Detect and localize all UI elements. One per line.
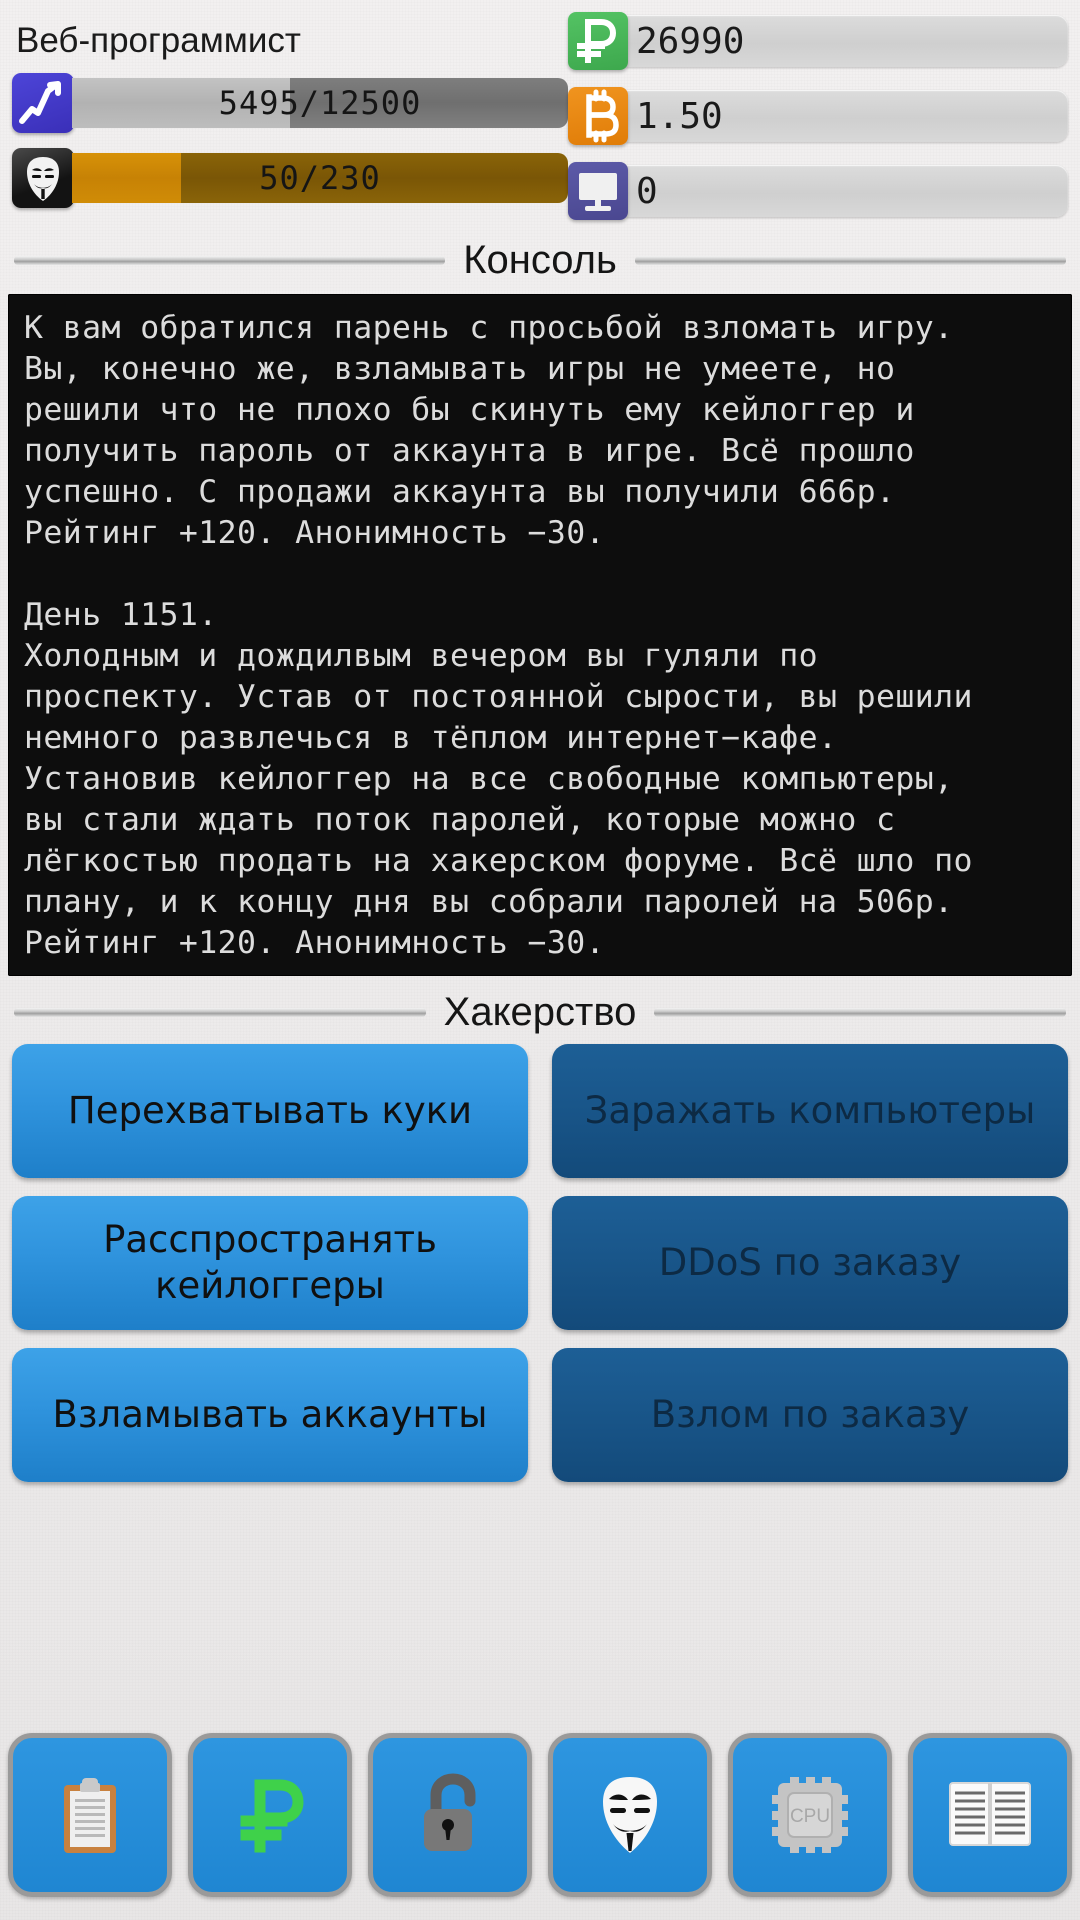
nav-finance-button[interactable] bbox=[188, 1733, 352, 1897]
rating-value: 5495/12500 bbox=[218, 84, 422, 122]
rubles-value: 26990 bbox=[626, 15, 1068, 67]
cpu-label: CPU bbox=[790, 1806, 830, 1827]
bitcoin-icon bbox=[568, 87, 628, 145]
nav-tasks-button[interactable] bbox=[8, 1733, 172, 1897]
bitcoin-row: 1.50 bbox=[568, 85, 1068, 147]
monitor-icon bbox=[568, 162, 628, 220]
rating-bar-row: 5495/12500 bbox=[12, 72, 568, 134]
rating-progress-track: 5495/12500 bbox=[72, 78, 568, 128]
divider-right bbox=[634, 255, 1067, 265]
cpu-icon: CPU bbox=[762, 1767, 858, 1863]
ruble-icon bbox=[568, 12, 628, 70]
computers-row: 0 bbox=[568, 160, 1068, 222]
computers-value: 0 bbox=[626, 165, 1068, 217]
game-screen: Веб-программист 5495/12500 50/230 26990 … bbox=[0, 0, 1080, 1920]
action-hack-on-order[interactable]: Взлом по заказу bbox=[552, 1348, 1068, 1482]
book-icon bbox=[942, 1767, 1038, 1863]
action-ddos-on-order[interactable]: DDoS по заказу bbox=[552, 1196, 1068, 1330]
trend-chart-icon bbox=[12, 73, 74, 133]
bitcoin-value: 1.50 bbox=[626, 90, 1068, 142]
anonymous-mask-icon bbox=[582, 1767, 678, 1863]
nav-hacking-button[interactable] bbox=[548, 1733, 712, 1897]
action-intercept-cookies[interactable]: Перехватывать куки bbox=[12, 1044, 528, 1178]
status-header: Веб-программист 5495/12500 50/230 26990 … bbox=[0, 0, 1080, 228]
resources-column: 26990 1.50 0 bbox=[568, 10, 1068, 235]
page-title: Веб-программист bbox=[16, 21, 301, 60]
action-infect-computers[interactable]: Заражать компьютеры bbox=[552, 1044, 1068, 1178]
anonymity-value: 50/230 bbox=[259, 159, 381, 197]
player-stats-column: Веб-программист 5495/12500 50/230 bbox=[12, 10, 568, 235]
nav-skills-button[interactable] bbox=[908, 1733, 1072, 1897]
unlock-icon bbox=[402, 1767, 498, 1863]
rubles-row: 26990 bbox=[568, 10, 1068, 72]
nav-security-button[interactable] bbox=[368, 1733, 532, 1897]
hacking-section-header: Хакерство bbox=[0, 986, 1080, 1038]
anonymity-bar-row: 50/230 bbox=[12, 147, 568, 209]
clipboard-icon bbox=[42, 1767, 138, 1863]
console-panel[interactable]: К вам обратился парень с просьбой взлома… bbox=[8, 294, 1072, 976]
bottom-navigation: CPU bbox=[0, 1720, 1080, 1910]
ruble-icon bbox=[222, 1767, 318, 1863]
anonymity-progress-track: 50/230 bbox=[72, 153, 568, 203]
divider-right bbox=[654, 1007, 1067, 1017]
divider-left bbox=[14, 255, 446, 265]
action-spread-keyloggers[interactable]: Расспространять кейлоггеры bbox=[12, 1196, 528, 1330]
anonymous-mask-icon bbox=[12, 148, 74, 208]
divider-left bbox=[14, 1007, 426, 1017]
console-log: К вам обратился парень с просьбой взлома… bbox=[24, 310, 973, 961]
nav-hardware-button[interactable]: CPU bbox=[728, 1733, 892, 1897]
console-section-title: Консоль bbox=[463, 237, 617, 282]
hacking-section-title: Хакерство bbox=[443, 989, 637, 1034]
hacking-actions-grid: Перехватывать куки Заражать компьютеры Р… bbox=[12, 1044, 1068, 1482]
console-section-header: Консоль bbox=[0, 234, 1080, 286]
action-hack-accounts[interactable]: Взламывать аккаунты bbox=[12, 1348, 528, 1482]
